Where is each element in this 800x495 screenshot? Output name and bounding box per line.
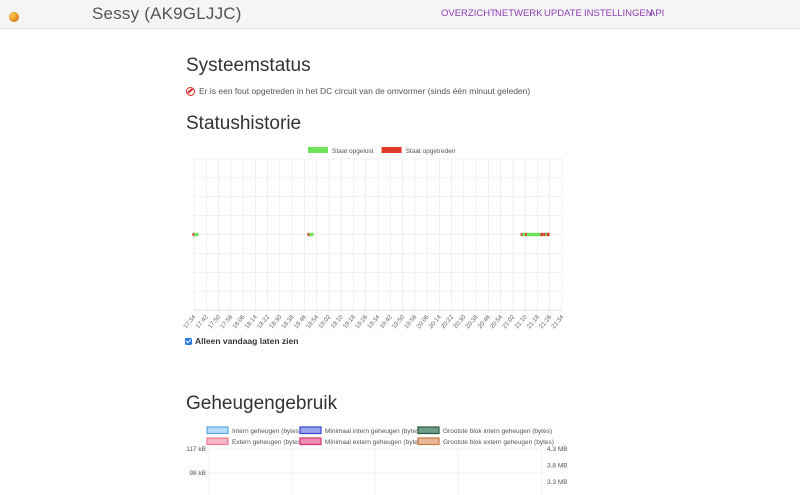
legend-label: Grootste blok extern geheugen (bytes) xyxy=(443,439,554,446)
navbar: Sessy (AK9GLJJC) OVERZICHT NETWERK UPDAT… xyxy=(0,0,800,29)
status-message-row: Er is een fout opgetreden in het DC circ… xyxy=(186,86,530,96)
error-icon xyxy=(186,86,195,96)
only-today-label[interactable]: Alleen vandaag laten zien xyxy=(195,336,298,346)
y-left-tick-label: 117 kB xyxy=(186,446,206,453)
only-today-row[interactable]: Alleen vandaag laten zien xyxy=(185,336,298,346)
legend-label: Staat opgetreden xyxy=(406,148,456,155)
legend-swatch xyxy=(417,426,440,435)
event-point-resolved xyxy=(195,232,199,237)
legend-item: Staat opgetreden xyxy=(381,147,456,155)
nav-api[interactable]: API xyxy=(649,8,664,19)
legend-label: Grootste blok intern geheugen (bytes) xyxy=(443,428,552,435)
memory-legend-item: Extern geheugen (bytes) xyxy=(206,437,303,446)
memory-usage-chart: Intern geheugen (bytes) Minimaal intern g… xyxy=(186,426,568,495)
legend-swatch xyxy=(299,437,322,446)
legend-swatch xyxy=(417,437,440,446)
nav-instellingen[interactable]: INSTELLINGEN xyxy=(584,8,653,19)
y-left-tick-label: 98 kB xyxy=(189,470,206,477)
memory-legend-item: Grootste blok intern geheugen (bytes) xyxy=(417,426,552,435)
event-point-resolved xyxy=(310,232,314,237)
legend-label: Minimaal intern geheugen (bytes) xyxy=(325,428,421,435)
event-point-occurred xyxy=(546,232,550,237)
legend-item: Staat opgelost xyxy=(308,147,374,155)
legend-swatch xyxy=(206,437,229,446)
legend-swatch xyxy=(381,147,402,153)
status-history-chart: Staat opgelost Staat opgetreden17:3417:42… xyxy=(182,147,566,330)
nav-update[interactable]: UPDATE xyxy=(544,8,582,19)
logo-icon[interactable] xyxy=(9,12,19,22)
event-point-occurred xyxy=(540,232,544,237)
y-right-tick-label: 4.3 MB xyxy=(547,446,568,453)
system-status-heading: Systeemstatus xyxy=(186,55,311,76)
nav-netwerk[interactable]: NETWERK xyxy=(495,8,543,19)
legend-label: Extern geheugen (bytes) xyxy=(232,439,303,446)
app-title[interactable]: Sessy (AK9GLJJC) xyxy=(92,4,242,24)
legend-label: Intern geheugen (bytes) xyxy=(232,428,301,435)
only-today-checkbox[interactable] xyxy=(185,337,192,345)
legend-label: Minimaal extern geheugen (bytes) xyxy=(325,439,423,446)
y-right-tick-label: 3.8 MB xyxy=(547,463,568,470)
nav-overzicht[interactable]: OVERZICHT xyxy=(441,8,496,19)
status-message: Er is een fout opgetreden in het DC circ… xyxy=(199,86,531,96)
x-tick-label: 21:34 xyxy=(550,313,566,330)
legend-swatch xyxy=(308,147,328,153)
memory-legend-item: Intern geheugen (bytes) xyxy=(206,426,301,435)
legend-label: Staat opgelost xyxy=(332,148,374,155)
memory-legend-item: Minimaal intern geheugen (bytes) xyxy=(299,426,421,435)
y-right-tick-label: 3.3 MB xyxy=(547,479,568,486)
memory-legend-item: Grootste blok extern geheugen (bytes) xyxy=(417,437,554,446)
memory-legend-item: Minimaal extern geheugen (bytes) xyxy=(299,437,423,446)
legend-swatch xyxy=(206,426,229,435)
legend-swatch xyxy=(299,426,322,435)
memory-usage-heading: Geheugengebruik xyxy=(186,393,338,414)
status-history-heading: Statushistorie xyxy=(186,113,302,134)
